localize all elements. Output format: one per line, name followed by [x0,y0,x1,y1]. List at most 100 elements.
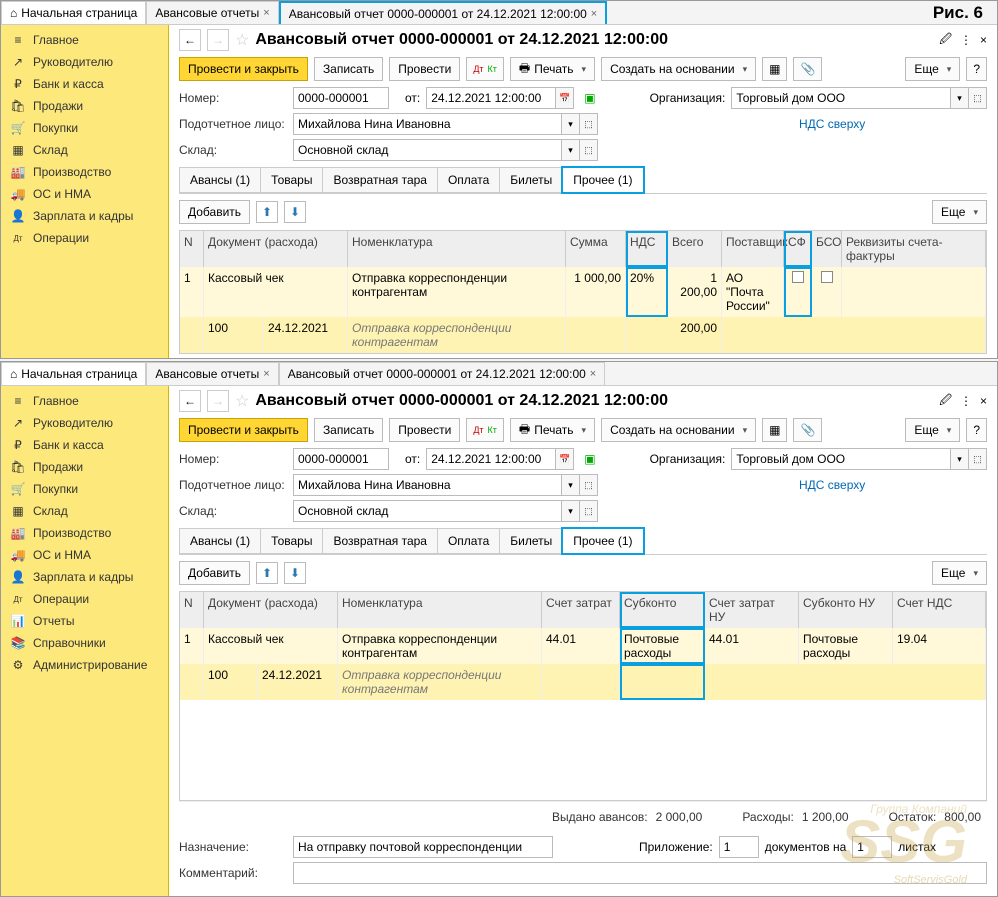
create-based-button[interactable]: Создать на основании [601,57,756,81]
sidebar-item-salary[interactable]: 👤Зарплата и кадры [1,205,168,227]
number-input[interactable]: 0000-000001 [293,448,389,470]
nav-fwd-button[interactable]: → [207,390,229,412]
structure-icon[interactable]: ▦ [762,57,787,81]
wh-input[interactable]: Основной склад [293,139,562,161]
dropdown-icon[interactable]: ▾ [951,448,969,470]
table-more-button[interactable]: Еще [932,200,987,224]
link-icon[interactable]: 🖉 [939,30,952,51]
bso-checkbox[interactable] [821,271,833,283]
open-icon[interactable]: ⬚ [969,448,987,470]
purpose-input[interactable]: На отправку почтовой корреспонденции [293,836,553,858]
open-icon[interactable]: ⬚ [580,474,598,496]
attach-icon[interactable]: 📎 [793,418,822,442]
calendar-icon[interactable]: 📅 [556,87,574,109]
help-button[interactable]: ? [966,418,987,442]
save-button[interactable]: Записать [314,418,383,442]
close-icon[interactable]: × [263,368,269,380]
open-icon[interactable]: ⬚ [580,113,598,135]
sidebar-item-purchases[interactable]: 🛒Покупки [1,117,168,139]
tab-goods[interactable]: Товары [260,167,323,193]
sidebar-item-production[interactable]: 🏭Производство [1,161,168,183]
org-input[interactable]: Торговый дом ООО [731,448,951,470]
sidebar-item-warehouse[interactable]: ▦Склад [1,139,168,161]
nav-fwd-button[interactable]: → [207,29,229,51]
grid-row-1[interactable]: 1 Кассовый чек Отправка корреспонденции … [180,628,986,664]
nav-back-button[interactable]: ← [179,29,201,51]
post-close-button[interactable]: Провести и закрыть [179,418,308,442]
wh-input[interactable]: Основной склад [293,500,562,522]
sidebar-item-main[interactable]: ≡Главное [1,29,168,51]
sidebar-item-assets[interactable]: 🚚ОС и НМА [1,544,168,566]
sidebar-item-main[interactable]: ≡Главное [1,390,168,412]
comment-input[interactable] [293,862,987,884]
sidebar-item-warehouse[interactable]: ▦Склад [1,500,168,522]
date-input[interactable]: 24.12.2021 12:00:00 [426,87,556,109]
sidebar-item-production[interactable]: 🏭Производство [1,522,168,544]
add-row-button[interactable]: Добавить [179,561,250,585]
sidebar-item-manager[interactable]: ↗Руководителю [1,51,168,73]
more-icon[interactable]: ⋮ [960,394,972,408]
tab-home[interactable]: ⌂Начальная страница [1,362,146,385]
sidebar-item-catalogs[interactable]: 📚Справочники [1,632,168,654]
tab-doc[interactable]: Авансовый отчет 0000-000001 от 24.12.202… [279,1,608,24]
number-input[interactable]: 0000-000001 [293,87,389,109]
grid-row-1b[interactable]: 100 24.12.2021 Отправка корреспонденции … [180,664,986,700]
tab-home[interactable]: ⌂Начальная страница [1,1,146,24]
tab-tickets[interactable]: Билеты [499,167,563,193]
star-icon[interactable]: ☆ [235,391,249,411]
calendar-icon[interactable]: 📅 [556,448,574,470]
tab-advances[interactable]: Авансы (1) [179,528,261,554]
row-up-button[interactable]: ⬆ [256,201,278,223]
sidebar-item-sales[interactable]: 🛍Продажи [1,95,168,117]
date-input[interactable]: 24.12.2021 12:00:00 [426,448,556,470]
save-button[interactable]: Записать [314,57,383,81]
grid-row-1b[interactable]: 100 24.12.2021 Отправка корреспонденции … [180,317,986,353]
tab-goods[interactable]: Товары [260,528,323,554]
star-icon[interactable]: ☆ [235,30,249,50]
dropdown-icon[interactable]: ▾ [562,500,580,522]
create-based-button[interactable]: Создать на основании [601,418,756,442]
tab-tickets[interactable]: Билеты [499,528,563,554]
link-icon[interactable]: 🖉 [939,391,952,412]
dtkt-button[interactable]: ДтКт [466,418,504,442]
open-icon[interactable]: ⬚ [969,87,987,109]
nav-back-button[interactable]: ← [179,390,201,412]
grid-row-1[interactable]: 1 Кассовый чек Отправка корреспонденции … [180,267,986,317]
print-button[interactable]: 🖶Печать [510,57,595,81]
close-icon[interactable]: × [980,33,987,47]
close-icon[interactable]: × [590,368,596,380]
dropdown-icon[interactable]: ▾ [951,87,969,109]
more-button[interactable]: Еще [905,57,960,81]
dtkt-button[interactable]: ДтКт [466,57,504,81]
sidebar-item-purchases[interactable]: 🛒Покупки [1,478,168,500]
open-icon[interactable]: ⬚ [580,500,598,522]
sidebar-item-reports[interactable]: 📊Отчеты [1,610,168,632]
close-icon[interactable]: × [980,394,987,408]
tab-list[interactable]: Авансовые отчеты× [146,362,278,385]
open-icon[interactable]: ⬚ [580,139,598,161]
attach-icon[interactable]: 📎 [793,57,822,81]
dropdown-icon[interactable]: ▾ [562,139,580,161]
dropdown-icon[interactable]: ▾ [562,474,580,496]
post-button[interactable]: Провести [389,57,460,81]
sidebar-item-sales[interactable]: 🛍Продажи [1,456,168,478]
row-down-button[interactable]: ⬇ [284,201,306,223]
tab-list[interactable]: Авансовые отчеты× [146,1,278,24]
person-input[interactable]: Михайлова Нина Ивановна [293,113,562,135]
sidebar-item-operations[interactable]: ДтОперации [1,227,168,249]
add-row-button[interactable]: Добавить [179,200,250,224]
sidebar-item-operations[interactable]: ДтОперации [1,588,168,610]
person-input[interactable]: Михайлова Нина Ивановна [293,474,562,496]
tab-other[interactable]: Прочее (1) [562,167,643,193]
sf-checkbox[interactable] [792,271,804,283]
print-button[interactable]: 🖶Печать [510,418,595,442]
sheets-input[interactable]: 1 [852,836,892,858]
tab-payment[interactable]: Оплата [437,528,500,554]
tab-advances[interactable]: Авансы (1) [179,167,261,193]
tab-other[interactable]: Прочее (1) [562,528,643,554]
tab-returnable[interactable]: Возвратная тара [322,528,438,554]
post-button[interactable]: Провести [389,418,460,442]
sidebar-item-admin[interactable]: ⚙Администрирование [1,654,168,676]
post-close-button[interactable]: Провести и закрыть [179,57,308,81]
tab-returnable[interactable]: Возвратная тара [322,167,438,193]
